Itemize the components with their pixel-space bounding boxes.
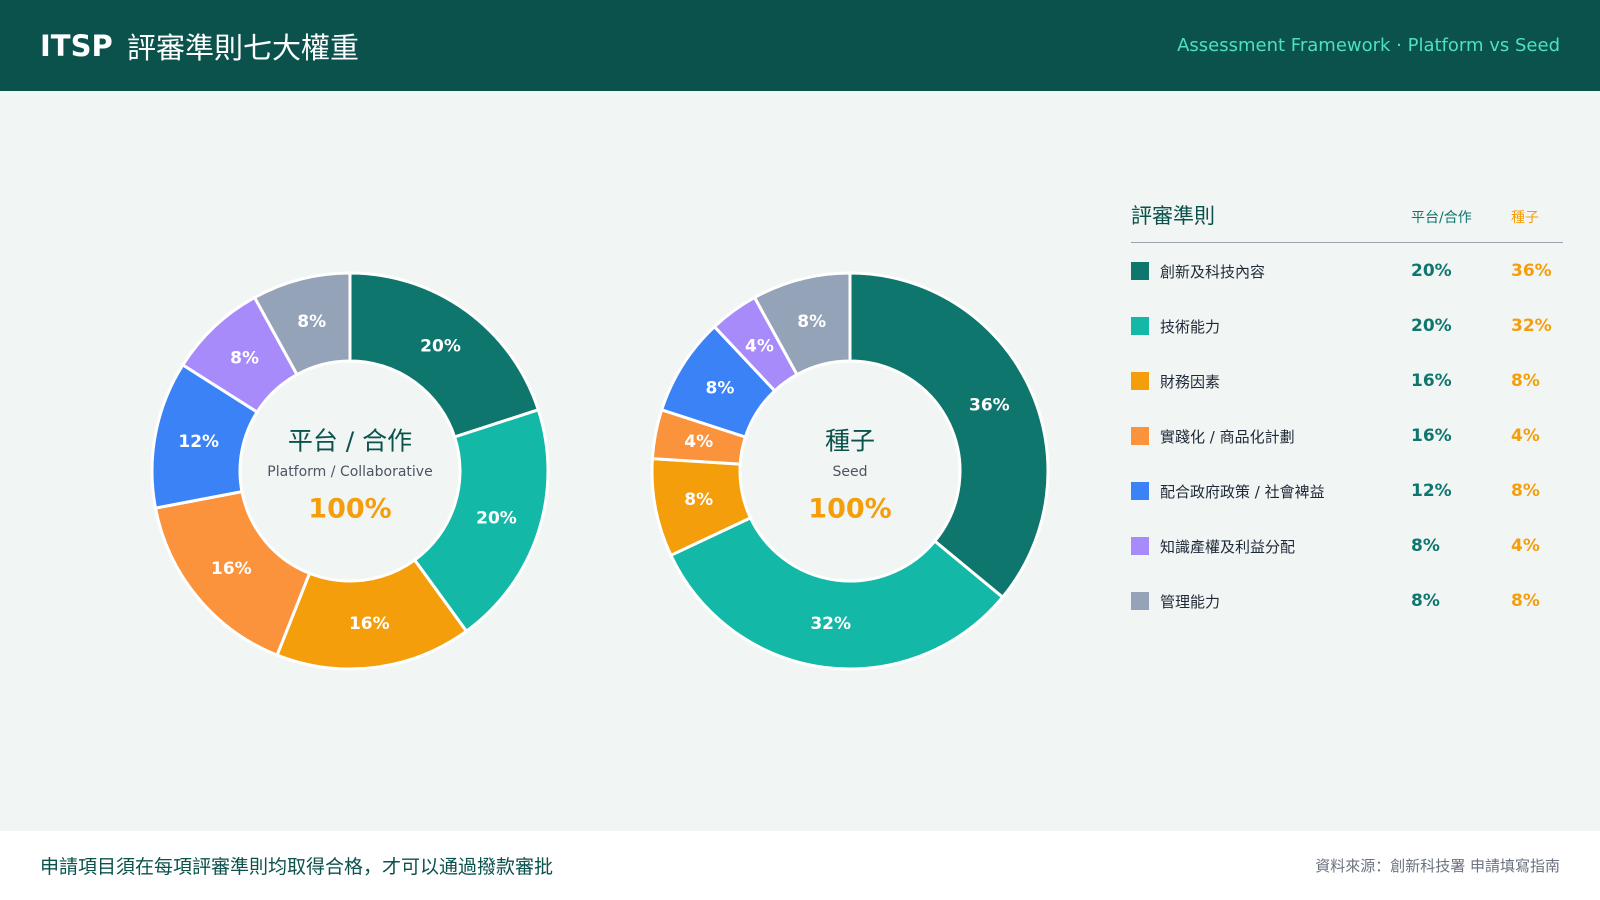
legend-column-seed: 種子 bbox=[1511, 210, 1539, 226]
legend-seed-value: 36% bbox=[1511, 261, 1552, 281]
slice-label: 8% bbox=[230, 349, 259, 369]
legend-row: 財務因素 16% 8% bbox=[1131, 370, 1563, 394]
legend-row: 知識產權及利益分配 8% 4% bbox=[1131, 535, 1563, 559]
legend-row: 管理能力 8% 8% bbox=[1131, 590, 1563, 614]
page: ITSP 評審準則七大權重 Assessment Framework · Pla… bbox=[0, 0, 1600, 900]
legend-swatch bbox=[1131, 262, 1149, 280]
legend-title: 評審準則 bbox=[1131, 204, 1215, 228]
legend-item-name: 財務因素 bbox=[1160, 373, 1221, 391]
legend-platform-value: 20% bbox=[1411, 316, 1452, 336]
legend-item-name: 管理能力 bbox=[1160, 593, 1221, 611]
slice-label: 8% bbox=[297, 312, 326, 332]
legend-item-name: 知識產權及利益分配 bbox=[1160, 538, 1296, 556]
slice-label: 4% bbox=[684, 432, 713, 452]
donut-center-title: 平台 / 合作 bbox=[288, 427, 412, 456]
legend-header: 評審準則 平台/合作 種子 bbox=[1131, 200, 1563, 243]
slice-label: 16% bbox=[211, 559, 252, 579]
legend-swatch bbox=[1131, 427, 1149, 445]
legend-swatch bbox=[1131, 482, 1149, 500]
legend-seed-value: 8% bbox=[1511, 481, 1540, 501]
legend-row: 實踐化 / 商品化計劃 16% 4% bbox=[1131, 425, 1563, 449]
legend-item-name: 配合政府政策 / 社會裨益 bbox=[1160, 483, 1325, 501]
legend-platform-value: 12% bbox=[1411, 481, 1452, 501]
legend-column-platform: 平台/合作 bbox=[1411, 210, 1472, 226]
donut-slice bbox=[848, 271, 1050, 600]
donut-center-total: 100% bbox=[808, 494, 891, 525]
legend-seed-value: 32% bbox=[1511, 316, 1552, 336]
brand-logo: ITSP bbox=[40, 29, 113, 63]
legend-platform-value: 16% bbox=[1411, 426, 1452, 446]
slice-label: 8% bbox=[797, 312, 826, 332]
header-subtitle: Assessment Framework · Platform vs Seed bbox=[1177, 35, 1560, 56]
slice-label: 20% bbox=[476, 509, 517, 529]
legend-swatch bbox=[1131, 317, 1149, 335]
slice-label: 8% bbox=[706, 378, 735, 398]
legend-item-name: 實踐化 / 商品化計劃 bbox=[1160, 428, 1295, 446]
legend-row: 技術能力 20% 32% bbox=[1131, 315, 1563, 339]
donut-center-subtitle: Seed bbox=[833, 464, 868, 480]
legend-swatch bbox=[1131, 537, 1149, 555]
footer-source: 資料來源：創新科技署 申請填寫指南 bbox=[1315, 857, 1560, 875]
slice-label: 16% bbox=[349, 614, 390, 634]
legend-seed-value: 4% bbox=[1511, 426, 1540, 446]
donut-center-subtitle: Platform / Collaborative bbox=[267, 464, 432, 480]
legend-seed-value: 8% bbox=[1511, 591, 1540, 611]
legend-swatch bbox=[1131, 592, 1149, 610]
legend-item-name: 技術能力 bbox=[1160, 318, 1221, 336]
donut-charts: 20% 20% 16% 16% 12% 8% 8% 平台 / 合作 Platform / Col… bbox=[150, 271, 1050, 671]
footer-note: 申請項目須在每項評審準則均取得合格，才可以通過撥款審批 bbox=[40, 856, 554, 878]
legend-item-name: 創新及科技內容 bbox=[1160, 263, 1266, 281]
legend-row: 創新及科技內容 20% 36% bbox=[1131, 260, 1563, 284]
slice-label: 12% bbox=[178, 432, 219, 452]
slice-label: 36% bbox=[969, 395, 1010, 415]
legend-swatch bbox=[1131, 372, 1149, 390]
slice-label: 20% bbox=[420, 336, 461, 356]
donut-center-total: 100% bbox=[308, 494, 391, 525]
legend-row: 配合政府政策 / 社會裨益 12% 8% bbox=[1131, 480, 1563, 504]
donut-center-title: 種子 bbox=[825, 427, 875, 456]
footer-bar: 申請項目須在每項評審準則均取得合格，才可以通過撥款審批 資料來源：創新科技署 申… bbox=[0, 831, 1600, 900]
page-title: 評審準則七大權重 bbox=[127, 31, 360, 65]
legend-platform-value: 8% bbox=[1411, 591, 1440, 611]
slice-label: 8% bbox=[684, 490, 713, 510]
header-bar: ITSP 評審準則七大權重 Assessment Framework · Pla… bbox=[0, 0, 1600, 91]
legend-platform-value: 8% bbox=[1411, 536, 1440, 556]
legend-platform-value: 16% bbox=[1411, 371, 1452, 391]
slice-label: 32% bbox=[810, 614, 851, 634]
legend-seed-value: 4% bbox=[1511, 536, 1540, 556]
legend-seed-value: 8% bbox=[1511, 371, 1540, 391]
slice-label: 4% bbox=[745, 336, 774, 356]
legend-platform-value: 20% bbox=[1411, 261, 1452, 281]
